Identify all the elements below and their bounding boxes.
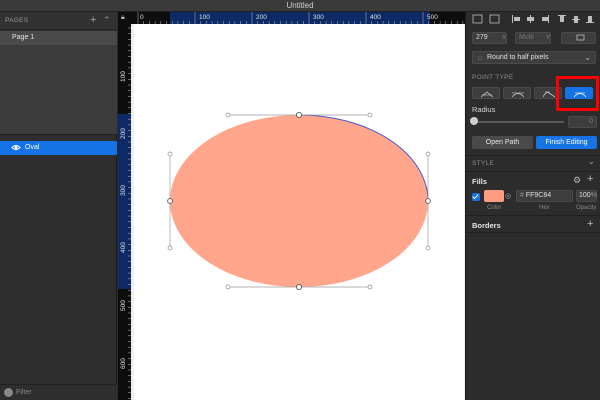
ruler-label: 500 (427, 14, 438, 21)
x-position-value: 279 (476, 34, 488, 41)
ruler-label: 600 (120, 358, 127, 369)
radius-slider[interactable] (474, 121, 564, 123)
distribute-vertical-icon[interactable] (489, 14, 500, 24)
align-bottom-icon[interactable] (586, 22, 594, 23)
x-field-label: X (502, 35, 507, 41)
filter-label: Filter (16, 389, 32, 396)
hex-value: FF9C84 (525, 192, 552, 199)
ruler-label: 100 (199, 14, 210, 21)
align-top-icon[interactable] (558, 15, 566, 16)
inspector-panel: 279 X Multi Y ⁙ Round to half pixels ⌄ P… (465, 12, 600, 400)
collapse-pages-icon[interactable]: ⌃ (103, 15, 111, 26)
ruler-label: 200 (120, 128, 127, 139)
vertical-ruler[interactable]: 100 200 300 400 500 600 (118, 24, 131, 400)
opacity-unit: % (590, 192, 597, 199)
horizontal-ruler[interactable]: 0 100 200 300 400 500 (118, 12, 465, 24)
pages-header: PAGES + ⌃ (0, 12, 117, 30)
finish-editing-button[interactable]: Finish Editing (536, 136, 597, 149)
ruler-label: 400 (370, 14, 381, 21)
pages-header-label: PAGES (5, 17, 29, 24)
open-path-button[interactable]: Open Path (472, 136, 533, 149)
fill-opacity-field[interactable]: 100% (576, 190, 597, 202)
style-label: STYLE (472, 160, 495, 167)
add-fill-icon[interactable]: + (587, 173, 593, 185)
gear-icon[interactable]: ⚙ (573, 175, 581, 186)
align-bottom-icon[interactable] (588, 16, 592, 22)
layer-item-oval[interactable]: Oval (0, 141, 117, 155)
align-left-icon[interactable] (514, 17, 520, 21)
hex-label: Hex (539, 205, 550, 211)
layer-item-label: Oval (25, 144, 40, 151)
divider (466, 155, 600, 156)
disconnected-point-icon (543, 91, 555, 98)
hex-hash: # (520, 192, 524, 199)
mirrored-point-icon (512, 92, 524, 98)
add-page-icon[interactable]: + (90, 14, 96, 26)
opacity-value: 100 (579, 192, 591, 199)
layer-filter[interactable]: Filter (0, 384, 117, 400)
filter-icon (4, 388, 13, 397)
align-middle-icon[interactable] (574, 16, 578, 23)
y-position-value: Multi (519, 34, 534, 41)
ruler-label: 300 (120, 185, 127, 196)
page-item-label: Page 1 (12, 34, 35, 41)
artboard[interactable] (134, 24, 464, 400)
y-field-label: Y (546, 35, 551, 41)
color-options-icon[interactable]: ◎ (505, 192, 511, 200)
alignment-toolbar (466, 12, 600, 26)
opacity-label: Opacity (576, 205, 597, 211)
chevron-updown-icon: ⌄ (584, 53, 591, 62)
ruler-label: 0 (140, 14, 144, 21)
divider (466, 232, 600, 233)
divider (466, 215, 600, 216)
eye-icon[interactable] (11, 143, 21, 152)
fills-label: Fills (472, 177, 488, 186)
point-type-mirrored-button[interactable] (503, 87, 531, 99)
fill-hex-field[interactable]: # FF9C84 (516, 190, 573, 202)
straight-point-icon (481, 91, 493, 98)
add-border-icon[interactable]: + (587, 218, 593, 230)
layers-sidebar: PAGES + ⌃ Page 1 Oval Filter (0, 12, 117, 400)
align-left-icon[interactable] (512, 15, 513, 23)
grid-icon: ⁙ (477, 56, 483, 63)
align-center-h-icon[interactable] (527, 17, 534, 21)
color-label: Color (487, 205, 502, 211)
page-item[interactable]: Page 1 (0, 31, 117, 45)
ruler-label: 200 (256, 14, 267, 21)
ruler-label: 100 (120, 71, 127, 82)
borders-label: Borders (472, 221, 501, 230)
lock-icon[interactable]: 🔒︎ (121, 14, 128, 22)
radius-value: 0 (589, 118, 593, 125)
divider (466, 171, 600, 172)
pages-list-area (0, 45, 117, 135)
highlight-annotation (556, 76, 599, 111)
align-right-icon[interactable] (542, 17, 548, 21)
align-right-icon[interactable] (548, 15, 549, 23)
ruler-label: 400 (120, 242, 127, 253)
corner-style-field[interactable] (561, 32, 596, 44)
fill-color-swatch[interactable] (484, 190, 504, 202)
radius-label: Radius (472, 105, 496, 114)
radius-field[interactable]: 0 (568, 116, 597, 128)
ruler-label: 300 (313, 14, 324, 21)
window-title: Untitled (286, 1, 314, 10)
radius-slider-knob[interactable] (470, 117, 478, 125)
point-type-label: POINT TYPE (472, 74, 514, 81)
align-top-icon[interactable] (560, 16, 564, 22)
point-type-straight-button[interactable] (472, 87, 500, 99)
distribute-horizontal-icon[interactable] (472, 14, 483, 24)
style-collapse-icon[interactable]: ⌄ (588, 157, 595, 166)
ruler-label: 500 (120, 300, 127, 311)
fill-enabled-checkbox[interactable] (472, 193, 480, 201)
rounding-select-value: Round to half pixels (487, 54, 549, 61)
title-bar: Untitled (0, 0, 600, 12)
rounding-select[interactable]: ⁙ Round to half pixels ⌄ (472, 51, 596, 64)
